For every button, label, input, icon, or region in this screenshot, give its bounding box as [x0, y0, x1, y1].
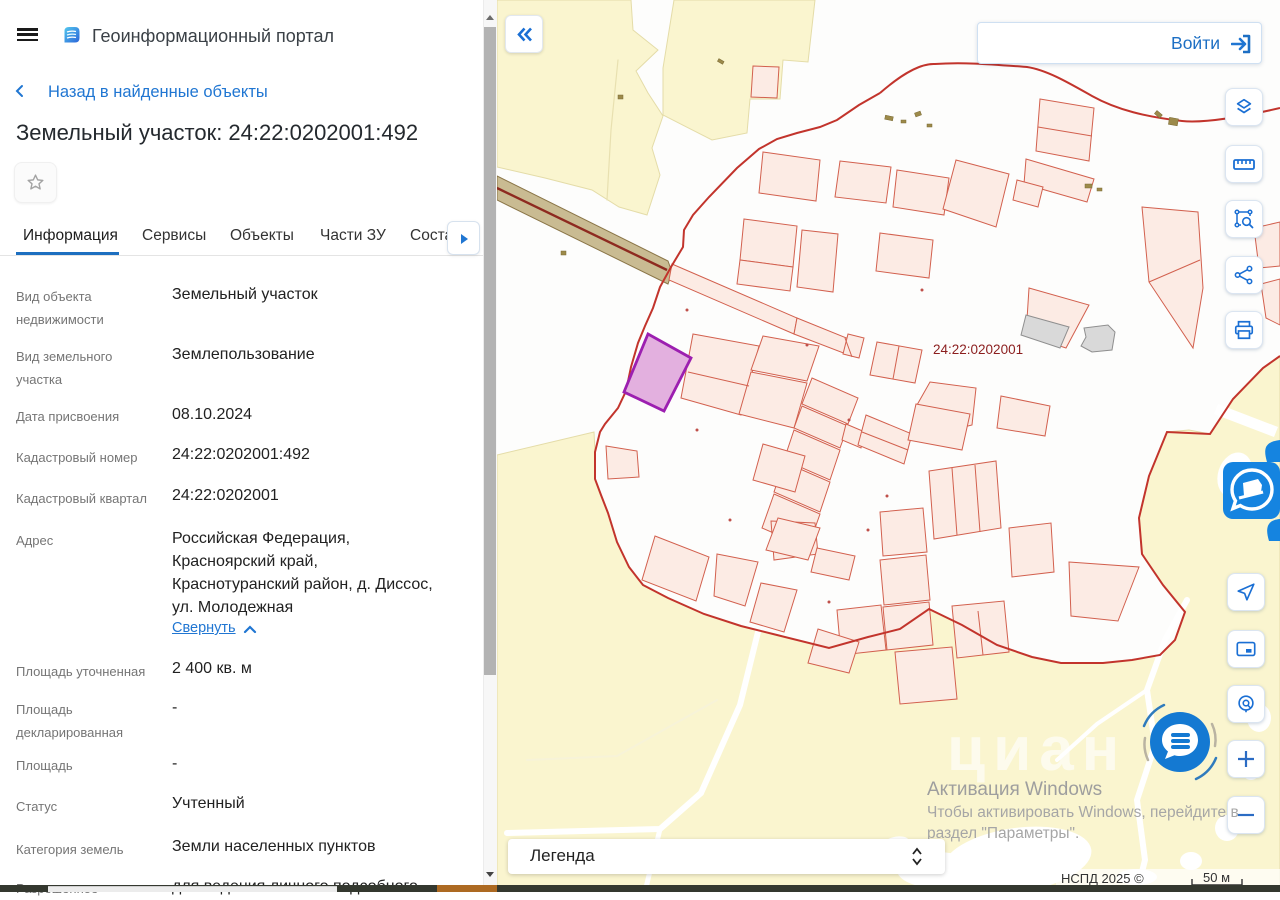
- svg-text:24:22:0202001: 24:22:0202001: [933, 342, 1023, 357]
